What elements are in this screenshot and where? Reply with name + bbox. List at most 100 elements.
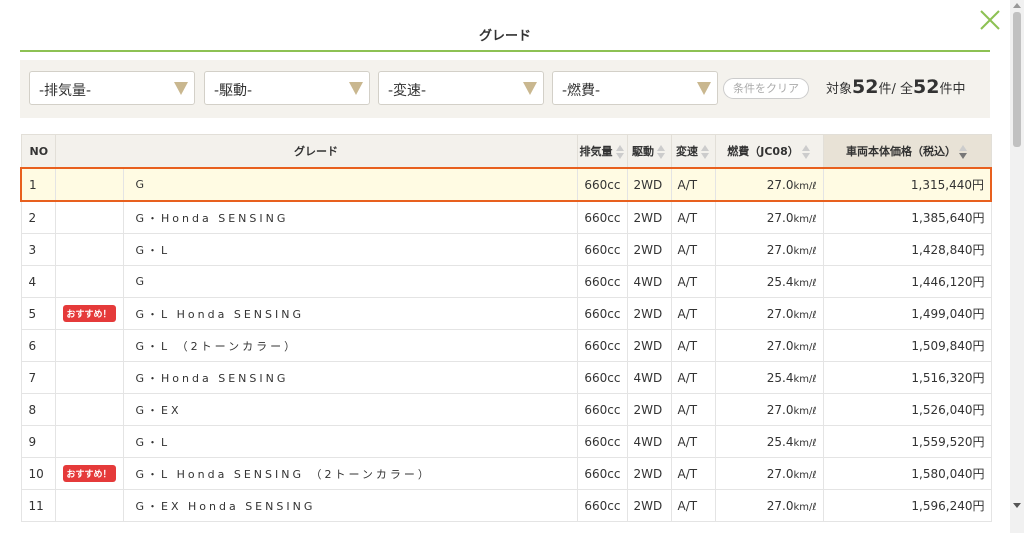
row-price: 1,509,840円	[822, 329, 992, 362]
row-grade: G	[122, 265, 578, 298]
row-transmission: A/T	[670, 265, 716, 298]
drive-select[interactable]: -駆動-	[204, 71, 370, 105]
header-fuel[interactable]: 燃費（JC08）	[714, 134, 824, 169]
table-row[interactable]: 7 G・Honda SENSING 660cc 4WD A/T 25.4km/ℓ 1,516…	[20, 361, 992, 394]
table-row[interactable]: 1 G 660cc 2WD A/T 27.0km/ℓ 1,315,440円	[20, 167, 992, 202]
table-row[interactable]: 4 G 660cc 4WD A/T 25.4km/ℓ 1,446,120円	[20, 265, 992, 298]
header-price[interactable]: 車両本体価格（税込）	[822, 134, 992, 169]
table-row[interactable]: 5 おすすめ！ G・L Honda SENSING 660cc 2WD A/T 27.0km…	[20, 297, 992, 330]
row-no: 7	[20, 361, 56, 394]
count-total: 52	[912, 76, 940, 98]
row-drive: 2WD	[626, 297, 672, 330]
table-row[interactable]: 9 G・L 660cc 4WD A/T 25.4km/ℓ 1,559,520円	[20, 425, 992, 458]
row-price: 1,596,240円	[822, 489, 992, 522]
row-displacement: 660cc	[576, 489, 628, 522]
row-no: 8	[20, 393, 56, 426]
row-price: 1,580,040円	[822, 457, 992, 490]
header-transmission[interactable]: 変速	[670, 134, 716, 169]
modal-header: グレード	[20, 0, 990, 52]
row-fuel-value: 27.0	[766, 466, 794, 481]
row-no: 10	[20, 457, 56, 490]
drive-select-label: -駆動-	[214, 83, 253, 99]
grade-table-wrapper: NO グレード 排気量 駆動 変速 燃費（JC08） 車両本体価格（税込） 1 G…	[20, 134, 992, 522]
badge-cell	[54, 200, 124, 234]
displacement-select-label: -排気量-	[39, 83, 92, 99]
close-icon[interactable]	[978, 8, 1002, 32]
row-fuel-value: 27.0	[766, 338, 794, 353]
row-fuel: 27.0km/ℓ	[714, 167, 824, 202]
row-price: 1,499,040円	[822, 297, 992, 330]
header-displacement[interactable]: 排気量	[576, 134, 628, 169]
row-price: 1,516,320円	[822, 361, 992, 394]
row-fuel: 27.0km/ℓ	[714, 489, 824, 522]
row-drive: 2WD	[626, 200, 672, 234]
row-fuel-value: 25.4	[766, 434, 794, 449]
badge-cell	[54, 393, 124, 426]
count-unit: 件/ 全	[878, 82, 913, 97]
displacement-select[interactable]: -排気量-	[29, 71, 195, 105]
row-displacement: 660cc	[576, 233, 628, 266]
badge-cell	[54, 329, 124, 362]
row-displacement: 660cc	[576, 393, 628, 426]
row-displacement: 660cc	[576, 329, 628, 362]
fuel-select[interactable]: -燃費-	[552, 71, 718, 105]
row-fuel: 27.0km/ℓ	[714, 200, 824, 234]
row-grade: G・Honda SENSING	[122, 200, 578, 234]
row-no: 1	[20, 167, 56, 202]
header-price-label: 車両本体価格（税込）	[846, 145, 956, 158]
row-fuel: 25.4km/ℓ	[714, 361, 824, 394]
header-drive[interactable]: 駆動	[626, 134, 672, 169]
row-price: 1,446,120円	[822, 265, 992, 298]
row-transmission: A/T	[670, 297, 716, 330]
row-fuel: 27.0km/ℓ	[714, 457, 824, 490]
row-price: 1,428,840円	[822, 233, 992, 266]
triangle-down-icon	[174, 82, 188, 95]
clear-conditions-button[interactable]: 条件をクリア	[723, 78, 809, 99]
scrollbar[interactable]	[1010, 0, 1024, 533]
scroll-up-icon[interactable]	[1013, 3, 1021, 8]
row-displacement: 660cc	[576, 457, 628, 490]
table-row[interactable]: 6 G・L （2トーンカラー） 660cc 2WD A/T 27.0km/ℓ 1,509,8…	[20, 329, 992, 362]
row-price: 1,315,440円	[822, 167, 992, 202]
row-drive: 2WD	[626, 329, 672, 362]
row-displacement: 660cc	[576, 361, 628, 394]
table-row[interactable]: 3 G・L 660cc 2WD A/T 27.0km/ℓ 1,428,840円	[20, 233, 992, 266]
table-row[interactable]: 10 おすすめ！ G・L Honda SENSING （2トーンカラー） 660cc 2…	[20, 457, 992, 490]
row-fuel-value: 27.0	[766, 177, 794, 192]
transmission-select-label: -変速-	[388, 83, 427, 99]
row-drive: 2WD	[626, 457, 672, 490]
triangle-down-icon	[697, 82, 711, 95]
row-drive: 4WD	[626, 425, 672, 458]
row-drive: 2WD	[626, 167, 672, 202]
filter-bar: -排気量- -駆動- -変速- -燃費- 条件をクリア 対象52件/ 全52件中	[20, 60, 990, 118]
recommend-badge: おすすめ！	[62, 305, 116, 322]
transmission-select[interactable]: -変速-	[378, 71, 544, 105]
row-grade: G・L Honda SENSING （2トーンカラー）	[122, 457, 578, 490]
row-grade: G・L	[122, 233, 578, 266]
table-row[interactable]: 8 G・EX 660cc 2WD A/T 27.0km/ℓ 1,526,040円	[20, 393, 992, 426]
row-no: 4	[20, 265, 56, 298]
header-fuel-label: 燃費（JC08）	[727, 145, 799, 158]
row-drive: 4WD	[626, 265, 672, 298]
table-row[interactable]: 11 G・EX Honda SENSING 660cc 2WD A/T 27.0km/ℓ 1…	[20, 489, 992, 522]
row-grade: G	[122, 167, 578, 202]
row-fuel-value: 27.0	[766, 242, 794, 257]
badge-cell	[54, 489, 124, 522]
fuel-unit: km/ℓ	[793, 469, 817, 481]
count-target: 52	[852, 76, 879, 98]
fuel-unit: km/ℓ	[793, 341, 817, 353]
row-fuel-value: 25.4	[766, 370, 794, 385]
fuel-unit: km/ℓ	[793, 405, 817, 417]
scroll-down-icon[interactable]	[1013, 503, 1021, 508]
table-row[interactable]: 2 G・Honda SENSING 660cc 2WD A/T 27.0km/ℓ 1,385…	[20, 200, 992, 234]
row-grade: G・Honda SENSING	[122, 361, 578, 394]
row-transmission: A/T	[670, 361, 716, 394]
row-fuel-value: 27.0	[766, 210, 794, 225]
triangle-down-icon	[523, 82, 537, 95]
header-no: NO	[20, 134, 56, 169]
badge-cell	[54, 265, 124, 298]
row-transmission: A/T	[670, 233, 716, 266]
row-fuel-value: 27.0	[766, 306, 794, 321]
scrollbar-thumb[interactable]	[1013, 12, 1021, 147]
table-body: 1 G 660cc 2WD A/T 27.0km/ℓ 1,315,440円 2 G・Honda …	[20, 167, 992, 522]
